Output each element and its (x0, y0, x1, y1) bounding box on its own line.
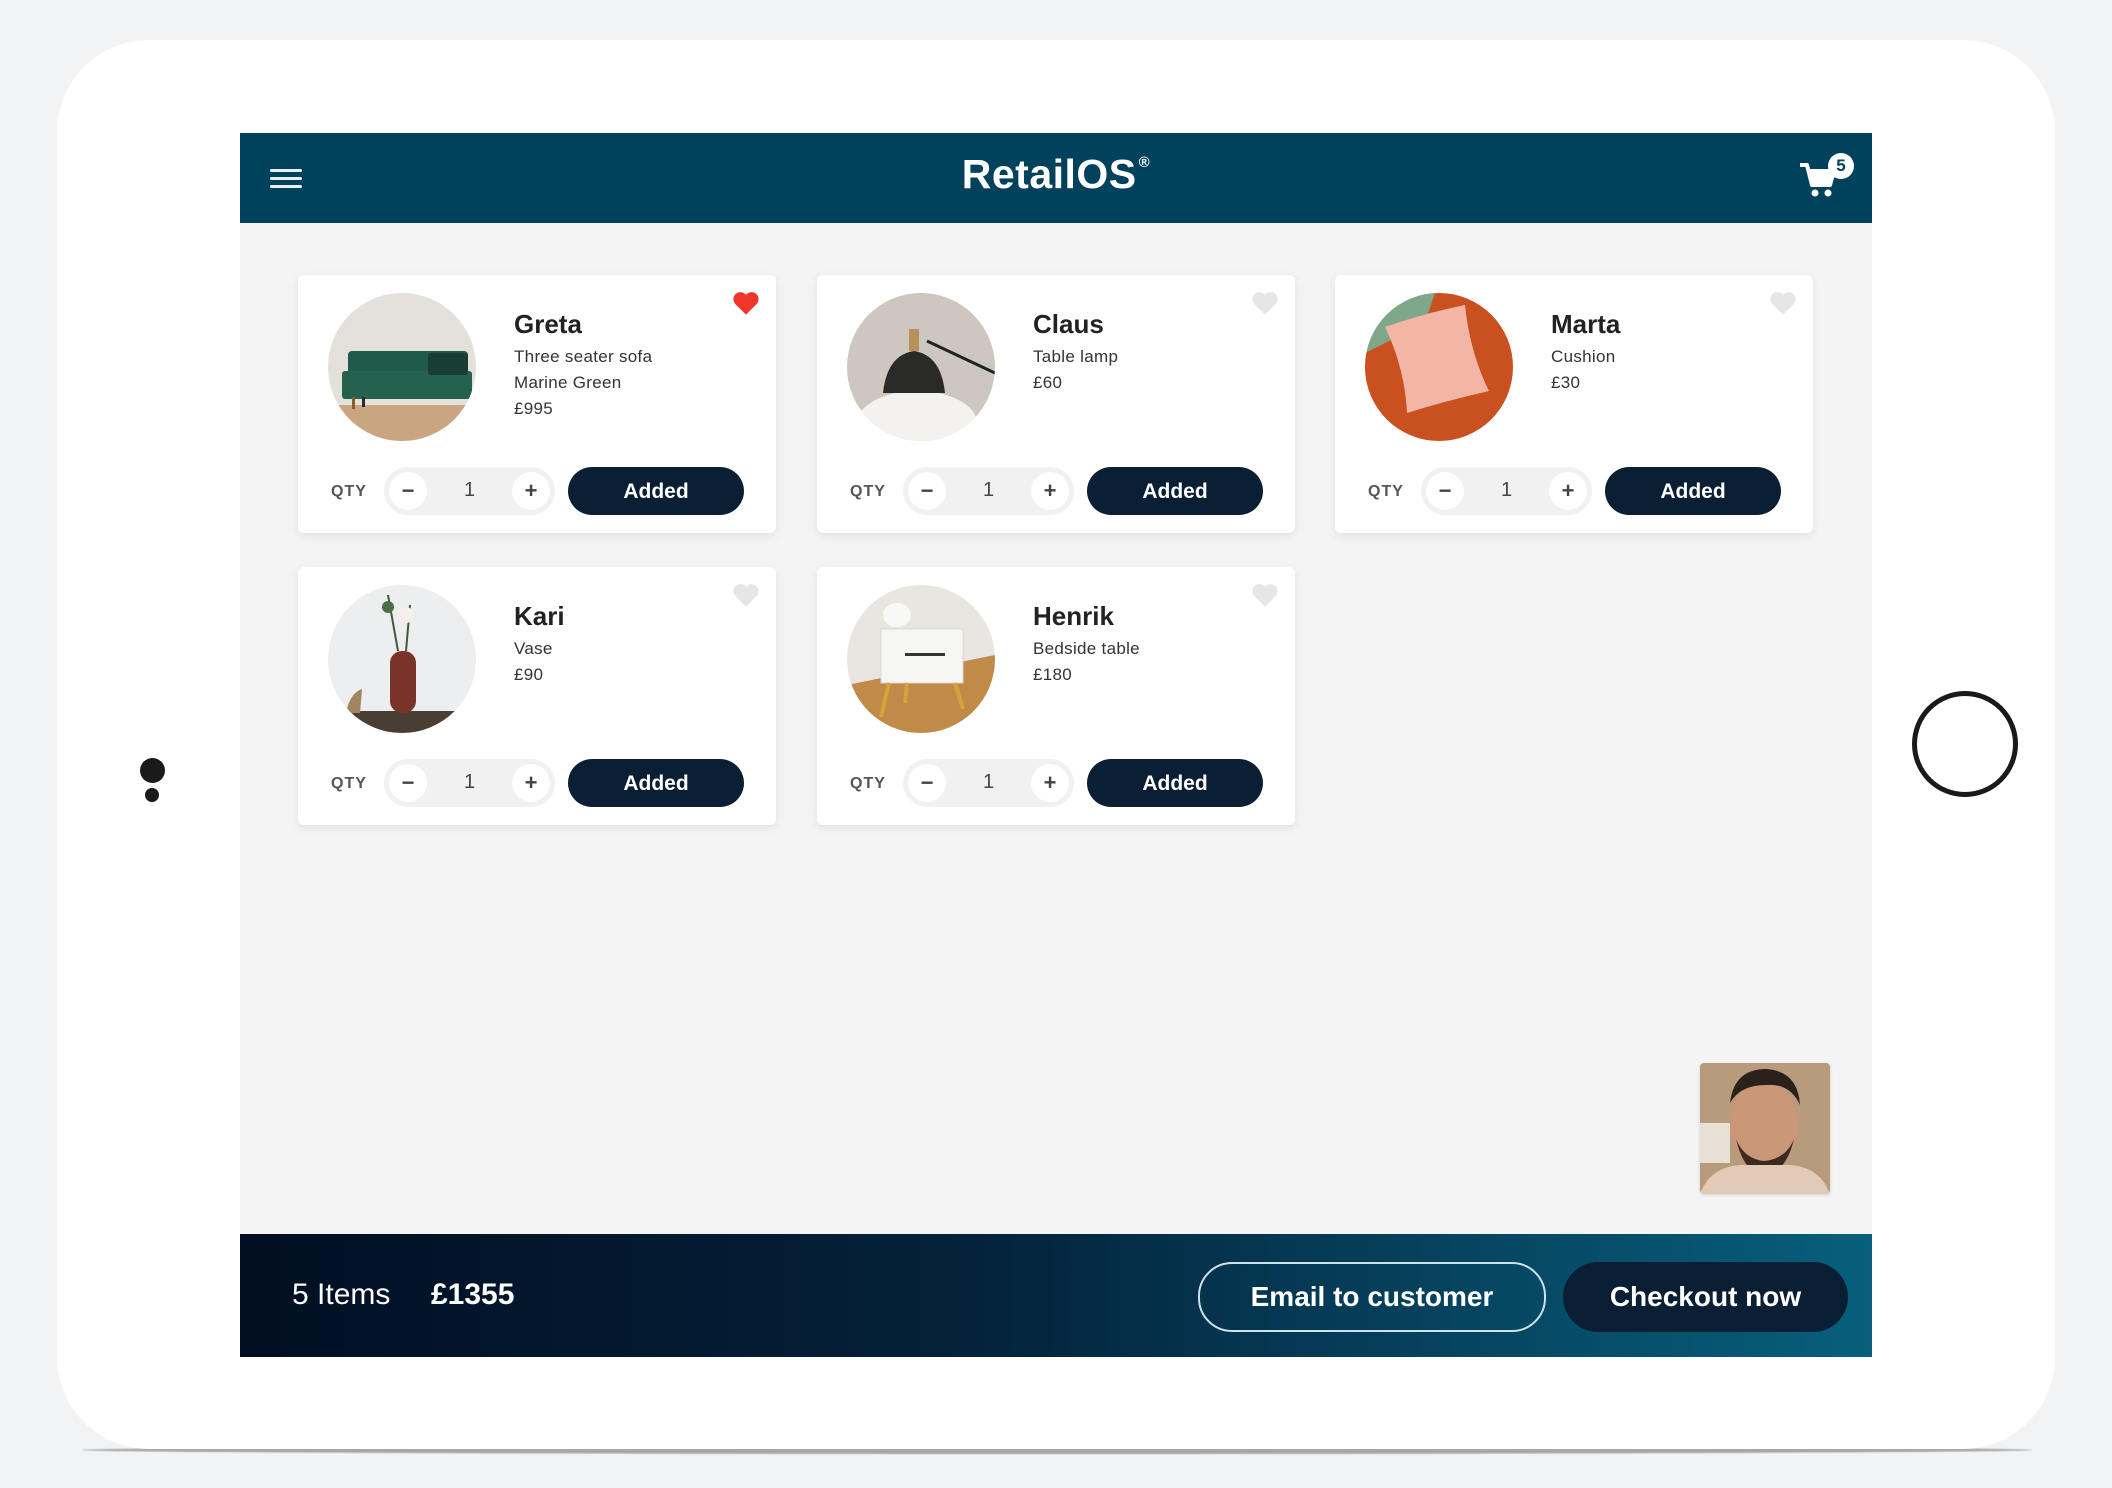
logo-text: RetailOS (961, 151, 1137, 197)
heart-filled-icon[interactable] (732, 290, 760, 316)
product-card-marta: Marta Cushion £30 QTY − 1 + Added (1335, 275, 1813, 533)
product-image-lamp (847, 293, 995, 441)
quantity-stepper: − 1 + (903, 467, 1074, 515)
product-price: £995 (514, 399, 554, 418)
increment-button[interactable]: + (1031, 764, 1069, 802)
quantity-stepper: − 1 + (1421, 467, 1592, 515)
added-button[interactable]: Added (1087, 467, 1263, 515)
added-button[interactable]: Added (568, 467, 744, 515)
registered-mark: ® (1138, 154, 1151, 172)
increment-button[interactable]: + (1031, 472, 1069, 510)
product-card-henrik: Henrik Bedside table £180 QTY − 1 + Adde… (817, 567, 1295, 825)
product-name: Claus (1033, 309, 1104, 339)
added-button[interactable]: Added (568, 759, 744, 807)
cart-total: £1355 (431, 1278, 515, 1311)
product-price: £180 (1033, 665, 1073, 684)
product-name: Henrik (1033, 601, 1114, 631)
product-type: Vase (514, 639, 553, 658)
qty-label: QTY (850, 775, 886, 792)
customer-avatar[interactable] (1700, 1063, 1830, 1194)
camera-icon (140, 758, 165, 783)
product-image-sofa (328, 293, 476, 441)
product-type: Bedside table (1033, 639, 1140, 658)
product-image-vase (328, 585, 476, 733)
added-button[interactable]: Added (1605, 467, 1781, 515)
cart-button[interactable]: 5 (1798, 153, 1854, 205)
product-type: Three seater sofa (514, 347, 653, 366)
product-type: Table lamp (1033, 347, 1119, 366)
qty-label: QTY (331, 483, 367, 500)
app-screen: RetailOS ® 5 Greta Three seater sofa Mari… (240, 133, 1872, 1357)
checkout-now-button[interactable]: Checkout now (1563, 1262, 1848, 1332)
sensor-icon (145, 788, 159, 802)
heart-outline-icon[interactable] (732, 582, 760, 608)
product-price: £60 (1033, 373, 1063, 392)
product-type: Cushion (1551, 347, 1616, 366)
product-card-greta: Greta Three seater sofa Marine Green £99… (298, 275, 776, 533)
product-card-claus: Claus Table lamp £60 QTY − 1 + Added (817, 275, 1295, 533)
product-image-bedside-table (847, 585, 995, 733)
increment-button[interactable]: + (1549, 472, 1587, 510)
home-button[interactable] (1912, 691, 2018, 797)
quantity-stepper: − 1 + (384, 759, 555, 807)
quantity-stepper: − 1 + (384, 467, 555, 515)
app-header: RetailOS ® 5 (240, 133, 1872, 223)
product-card-kari: Kari Vase £90 QTY − 1 + Added (298, 567, 776, 825)
increment-button[interactable]: + (512, 764, 550, 802)
product-name: Kari (514, 601, 565, 631)
heart-outline-icon[interactable] (1251, 582, 1279, 608)
heart-outline-icon[interactable] (1769, 290, 1797, 316)
product-price: £90 (514, 665, 544, 684)
qty-label: QTY (1368, 483, 1404, 500)
added-button[interactable]: Added (1087, 759, 1263, 807)
cart-summary-bar: 5 Items £1355 Email to customer Checkout… (240, 1234, 1872, 1357)
product-price: £30 (1551, 373, 1581, 392)
product-name: Greta (514, 309, 582, 339)
product-color: Marine Green (514, 373, 622, 392)
cart-count-badge: 5 (1828, 153, 1854, 179)
heart-outline-icon[interactable] (1251, 290, 1279, 316)
product-image-cushion (1365, 293, 1513, 441)
product-name: Marta (1551, 309, 1621, 339)
quantity-stepper: − 1 + (903, 759, 1074, 807)
qty-label: QTY (850, 483, 886, 500)
email-to-customer-button[interactable]: Email to customer (1198, 1262, 1546, 1332)
item-count: 5 Items (292, 1278, 391, 1311)
app-logo: RetailOS ® (240, 151, 1872, 198)
increment-button[interactable]: + (512, 472, 550, 510)
qty-label: QTY (331, 775, 367, 792)
